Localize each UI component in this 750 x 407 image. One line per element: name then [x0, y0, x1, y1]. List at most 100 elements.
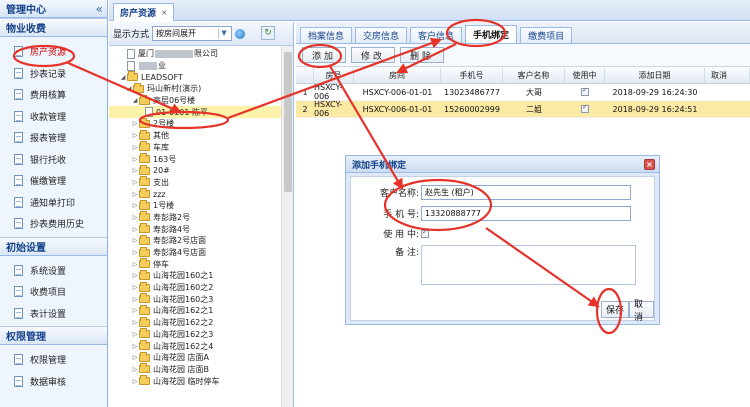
tree-node[interactable]: ▷ 寿彭路2号 [109, 211, 281, 224]
edit-button[interactable]: 修改 [351, 47, 396, 63]
collapsed-arrow-icon[interactable]: ▷ [131, 378, 139, 385]
nav-section-title[interactable]: 初始设置 [0, 236, 107, 256]
tree-node[interactable]: ▷ 山海花园 店面A [109, 351, 281, 364]
sidebar-item[interactable]: 收款管理 [0, 106, 107, 128]
tree-node[interactable]: 厦门 限公司 [109, 48, 281, 60]
nav-section-title[interactable]: 物业收费 [0, 18, 107, 37]
tree-node[interactable]: ▷ 车库 [109, 141, 281, 154]
table-row[interactable]: 1 HSXCY-006 HSXCY-006-01-01 13023486777 大哥 20… [296, 83, 750, 101]
sidebar-item[interactable]: 收费项目 [0, 281, 107, 303]
tree-node[interactable]: ▷ 停车 [109, 258, 281, 270]
tree-node[interactable]: ◢ LEADSOFT [109, 71, 281, 83]
column-header[interactable]: 使用中 [565, 68, 605, 83]
sidebar-item[interactable]: 抄表记录 [0, 63, 107, 85]
tree-node[interactable]: ▷ 山海花园 临时停车 [109, 375, 281, 387]
tree-node[interactable]: ▷ 寿彭路2号店面 [109, 234, 281, 247]
sidebar-item[interactable]: 房产资源 [0, 41, 107, 63]
in-use-checkbox[interactable] [581, 86, 589, 96]
column-header[interactable]: 手机号 [441, 68, 503, 83]
column-header[interactable]: 房间 [354, 68, 441, 83]
display-mode-select[interactable]: 按房间展开 ▼ [152, 26, 233, 41]
collapsed-arrow-icon[interactable]: ▷ [131, 191, 139, 198]
note-textarea[interactable] [421, 245, 636, 285]
tree-node[interactable]: ▷ 2号楼 [109, 117, 281, 130]
collapsed-arrow-icon[interactable]: ▷ [131, 144, 139, 151]
sidebar-item[interactable]: 抄表费用历史 [0, 213, 107, 235]
table-row[interactable]: 2 HSXCY-006 HSXCY-006-01-01 15260002999 二姐 20… [296, 100, 750, 118]
collapsed-arrow-icon[interactable]: ▷ [131, 249, 139, 256]
collapsed-arrow-icon[interactable]: ▷ [131, 307, 139, 314]
collapsed-arrow-icon[interactable]: ▷ [131, 296, 139, 303]
sidebar-item[interactable]: 数据审核 [0, 371, 107, 393]
detail-tab[interactable]: 交房信息 [355, 27, 408, 43]
close-icon[interactable]: × [644, 158, 655, 170]
save-button[interactable]: 保存 [601, 301, 630, 318]
sidebar-item[interactable]: 通知单打印 [0, 192, 107, 214]
collapsed-arrow-icon[interactable]: ▷ [131, 272, 139, 279]
collapsed-arrow-icon[interactable]: ▷ [131, 156, 139, 163]
inuse-checkbox[interactable] [421, 228, 429, 238]
tree-node[interactable]: ▷ 山海花园162之1 [109, 304, 281, 317]
collapsed-arrow-icon[interactable]: ▷ [131, 132, 139, 139]
phone-input[interactable]: 13320888777 [421, 206, 631, 221]
column-header[interactable]: 房号 [314, 68, 354, 83]
column-header[interactable]: 客户名称 [503, 68, 565, 83]
column-header[interactable]: 添加日期 [605, 68, 705, 83]
tree-node[interactable]: ▷ 山海花园162之4 [109, 340, 281, 352]
tree-node[interactable]: ◢ 高层06号楼 [109, 94, 281, 107]
tab-fangchan-ziyuan[interactable]: 房产资源 × [113, 3, 174, 21]
collapsed-arrow-icon[interactable]: ▷ [131, 179, 139, 186]
sidebar-item[interactable]: 报表管理 [0, 127, 107, 149]
customer-input[interactable]: 赵先生 (租户) [421, 185, 631, 200]
expanded-arrow-icon[interactable]: ◢ [131, 97, 139, 104]
detail-tab[interactable]: 缴费项目 [520, 27, 573, 43]
collapsed-arrow-icon[interactable]: ▷ [131, 202, 139, 209]
collapsed-arrow-icon[interactable]: ▷ [131, 214, 139, 221]
scrollbar-thumb[interactable] [284, 52, 292, 192]
tree-node[interactable]: ▷ 寿彭路4号 [109, 223, 281, 235]
collapsed-arrow-icon[interactable]: ▷ [131, 284, 139, 291]
collapsed-arrow-icon[interactable]: ▷ [131, 331, 139, 338]
sidebar-item[interactable]: 费用核算 [0, 84, 107, 106]
column-header[interactable] [296, 68, 314, 83]
tree-node[interactable]: ▷ 山海花园 店面B [109, 363, 281, 376]
tree-node[interactable]: ▷ 山海花园162之2 [109, 316, 281, 329]
column-header[interactable]: 取消 [705, 68, 750, 83]
cancel-button[interactable]: 取消 [629, 300, 654, 323]
sidebar-item[interactable]: 权限管理 [0, 349, 107, 371]
tree-node[interactable]: ▷ 支出 [109, 176, 281, 189]
delete-button[interactable]: 删除 [400, 47, 445, 63]
tree-node[interactable]: ▷ 山海花园160之3 [109, 293, 281, 305]
collapsed-arrow-icon[interactable]: ▷ [131, 237, 139, 244]
collapsed-arrow-icon[interactable]: ▷ [131, 343, 139, 350]
sidebar-item[interactable]: 系统设置 [0, 260, 107, 282]
collapsed-arrow-icon[interactable]: ▷ [131, 319, 139, 326]
nav-section-title[interactable]: 权限管理 [0, 326, 107, 345]
expanded-arrow-icon[interactable]: ◢ [119, 74, 127, 81]
tree-node[interactable]: ▷ zzz [109, 188, 281, 200]
collapsed-arrow-icon[interactable]: ▷ [131, 120, 139, 127]
collapse-icon[interactable]: « [96, 2, 103, 16]
collapsed-arrow-icon[interactable]: ▷ [131, 354, 139, 361]
tree-node[interactable]: ▷ 寿彭路4号店面 [109, 246, 281, 259]
sidebar-item[interactable]: 表计设置 [0, 303, 107, 325]
expanded-arrow-icon[interactable]: ◢ [125, 85, 133, 92]
go-icon[interactable] [235, 28, 246, 39]
tree-node[interactable]: ▷ 山海花园162之3 [109, 328, 281, 341]
detail-tab[interactable]: 客户信息 [410, 27, 463, 43]
tree-node[interactable]: ▷ 1号楼 [109, 199, 281, 212]
detail-tab[interactable]: 档案信息 [300, 27, 353, 43]
tree-node[interactable]: ◢ 玛山新村(演示) [109, 82, 281, 95]
tree-scrollbar[interactable] [281, 46, 293, 407]
detail-tab[interactable]: 手机绑定 [465, 25, 518, 43]
tree-node[interactable]: ▷ 20# [109, 164, 281, 177]
tree-node[interactable]: ▷ 163号 [109, 153, 281, 165]
sidebar-item[interactable]: 催缴管理 [0, 170, 107, 192]
collapsed-arrow-icon[interactable]: ▷ [131, 261, 139, 268]
collapsed-arrow-icon[interactable]: ▷ [131, 226, 139, 233]
sidebar-item[interactable]: 银行托收 [0, 149, 107, 171]
tree-node[interactable]: ▷ 山海花园160之1 [109, 269, 281, 282]
tree-node[interactable]: ▷ 其他 [109, 129, 281, 142]
in-use-checkbox[interactable] [581, 103, 589, 113]
add-button[interactable]: 添加 [302, 47, 347, 63]
